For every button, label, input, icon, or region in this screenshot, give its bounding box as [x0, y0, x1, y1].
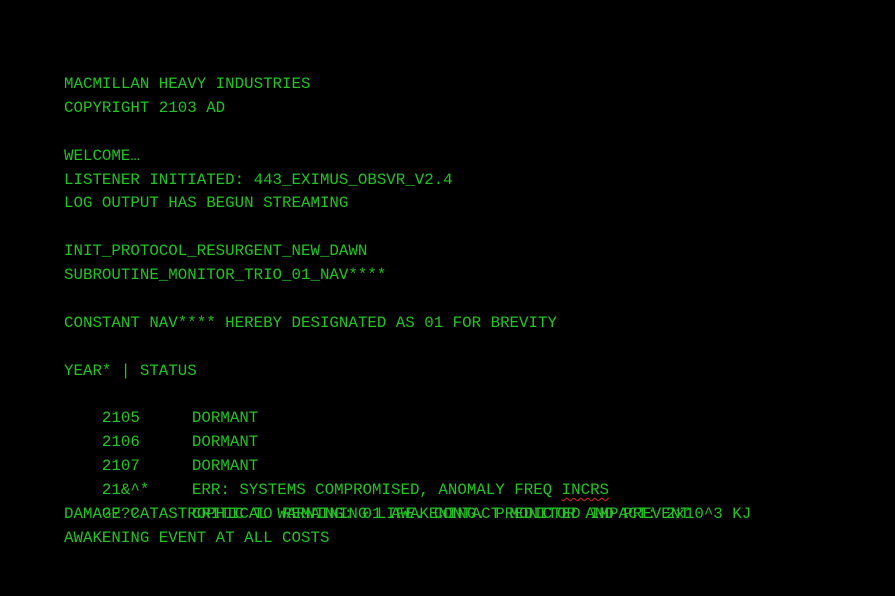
status-row-status: DORMANT: [191, 433, 259, 452]
status-table-header: YEAR* | STATUS: [64, 361, 197, 380]
status-row-status: DORMANT: [191, 457, 259, 476]
warning-continuation-line: DAMAGE CATASTROPHIC TO REMAINING LIFE. C…: [64, 505, 690, 524]
log-streaming-line: LOG OUTPUT HAS BEGUN STREAMING: [64, 194, 349, 213]
copyright-line: COPYRIGHT 2103 AD: [64, 98, 226, 117]
status-row-year: 21&^*: [101, 481, 150, 500]
status-row-year: 2105: [101, 409, 140, 428]
status-row-status: DORMANT: [191, 409, 259, 428]
terminal-log: MACMILLAN HEAVY INDUSTRIES COPYRIGHT 210…: [64, 73, 884, 551]
status-row-status: ERR: SYSTEMS COMPROMISED, ANOMALY FREQ: [191, 481, 562, 500]
listener-line: LISTENER INITIATED: 443_EXIMUS_OBSVR_V2.…: [64, 170, 453, 189]
subroutine-line: SUBROUTINE_MONITOR_TRIO_01_NAV****: [64, 266, 387, 285]
company-name: MACMILLAN HEAVY INDUSTRIES: [64, 75, 311, 93]
spellcheck-flagged-word[interactable]: INCRS: [562, 481, 609, 499]
status-row-year: 2107: [101, 457, 140, 476]
status-row-year: 2106: [101, 433, 140, 452]
warning-continuation-line: AWAKENING EVENT AT ALL COSTS: [64, 528, 330, 547]
init-protocol-line: INIT_PROTOCOL_RESURGENT_NEW_DAWN: [64, 242, 368, 261]
constant-designation-line: CONSTANT NAV**** HEREBY DESIGNATED AS 01…: [64, 313, 557, 332]
status-row: 2105 DORMANT: [64, 384, 884, 427]
welcome-line: WELCOME…: [64, 146, 140, 165]
